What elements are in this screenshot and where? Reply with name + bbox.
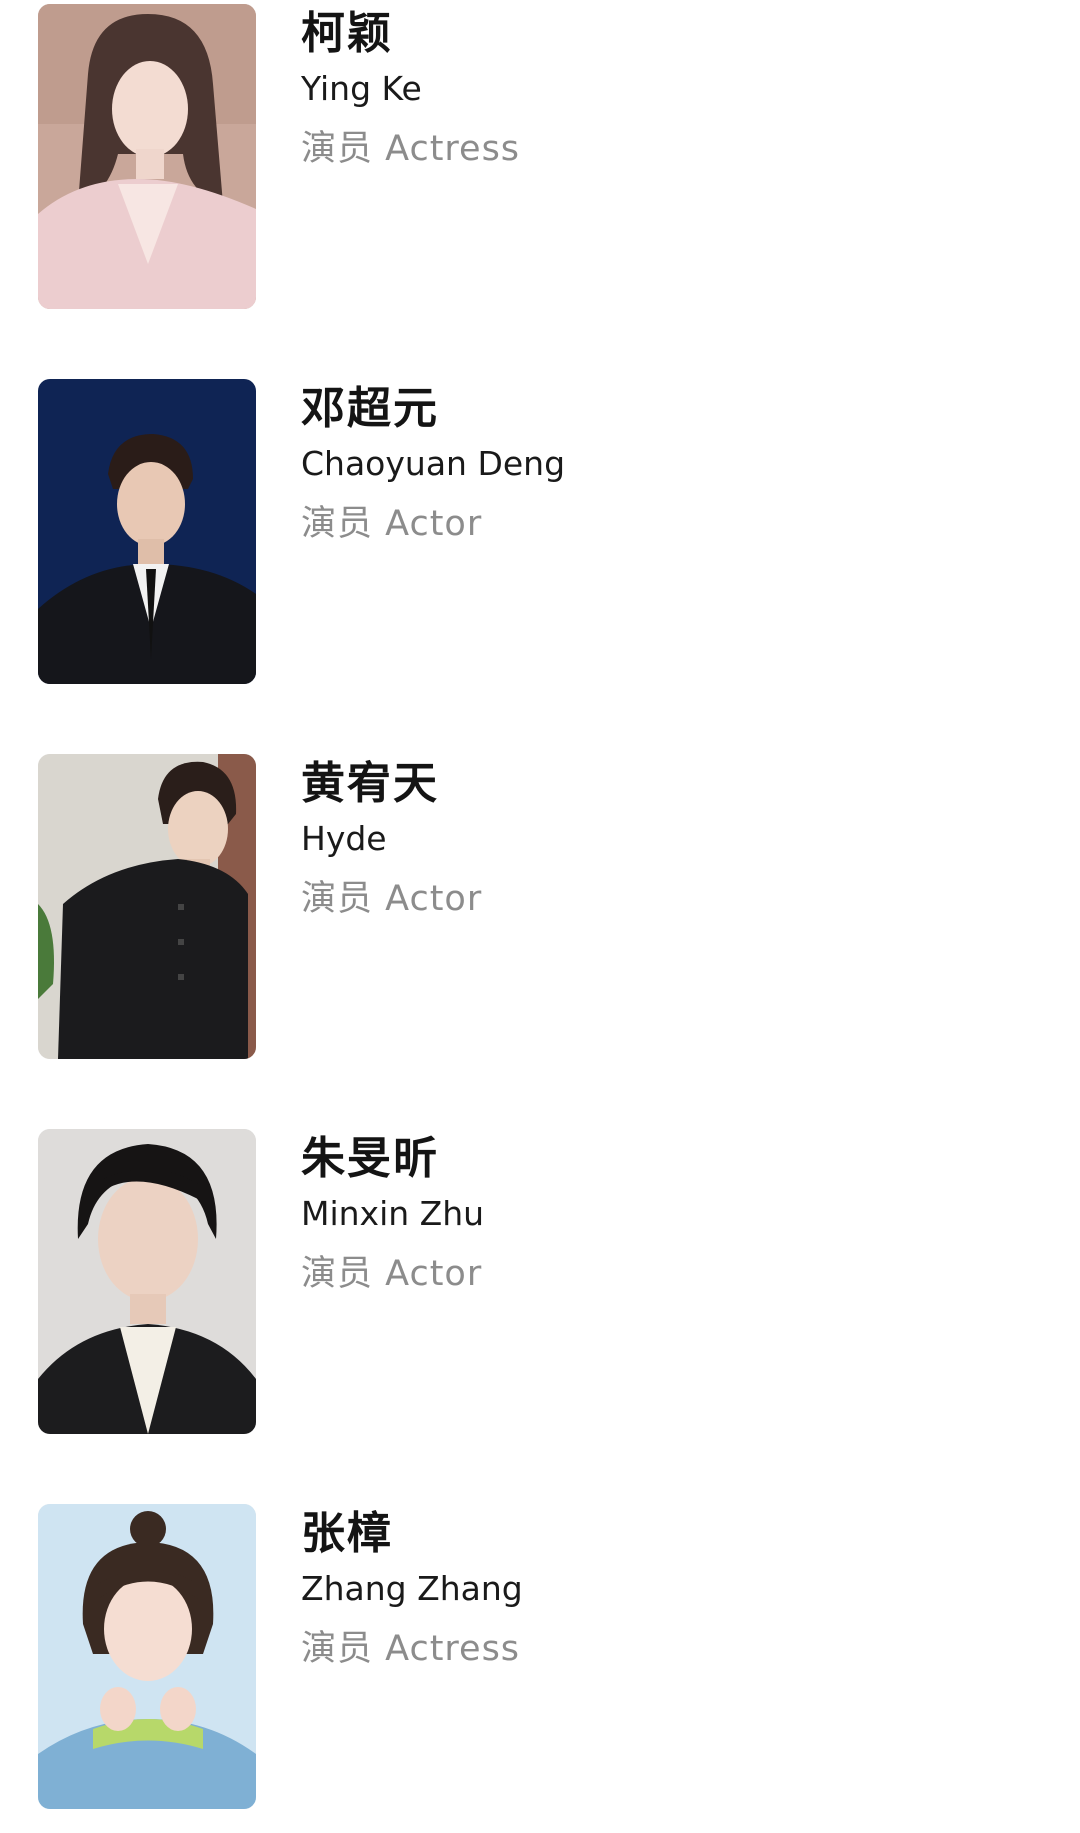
cast-photo[interactable]: [38, 1504, 256, 1809]
portrait-image: [38, 1504, 256, 1809]
cast-photo[interactable]: [38, 754, 256, 1059]
cast-role: 演员 Actor: [301, 879, 483, 919]
portrait-image: [38, 1129, 256, 1434]
cast-role: 演员 Actress: [301, 129, 521, 169]
cast-name-cn: 朱旻昕: [301, 1133, 439, 1184]
cast-photo[interactable]: [38, 1129, 256, 1434]
cast-name-en: Hyde: [301, 819, 387, 858]
cast-photo[interactable]: [38, 4, 256, 309]
cast-role: 演员 Actor: [301, 1254, 483, 1294]
cast-info: 邓超元 Chaoyuan Deng 演员 Actor: [301, 381, 565, 551]
cast-name-en: Ying Ke: [301, 69, 422, 108]
cast-info: 张樟 Zhang Zhang 演员 Actress: [301, 1506, 523, 1676]
cast-role: 演员 Actress: [301, 1629, 521, 1669]
portrait-image: [38, 4, 256, 309]
cast-name-cn: 柯颖: [301, 8, 393, 59]
cast-item[interactable]: 邓超元 Chaoyuan Deng 演员 Actor: [38, 379, 1038, 684]
portrait-image: [38, 754, 256, 1059]
cast-photo[interactable]: [38, 379, 256, 684]
cast-name-en: Chaoyuan Deng: [301, 444, 566, 483]
cast-info: 柯颖 Ying Ke 演员 Actress: [301, 6, 520, 176]
portrait-image: [38, 379, 256, 684]
cast-info: 朱旻昕 Minxin Zhu 演员 Actor: [301, 1131, 484, 1301]
cast-info: 黄宥天 Hyde 演员 Actor: [301, 756, 482, 926]
cast-item[interactable]: 柯颖 Ying Ke 演员 Actress: [38, 4, 1038, 309]
cast-list: 柯颖 Ying Ke 演员 Actress 邓超元 Chaoyuan Deng …: [0, 0, 1080, 1833]
cast-name-cn: 邓超元: [301, 383, 439, 434]
cast-role: 演员 Actor: [301, 504, 483, 544]
cast-name-en: Minxin Zhu: [301, 1194, 485, 1233]
cast-name-cn: 黄宥天: [301, 758, 439, 809]
cast-name-cn: 张樟: [301, 1508, 393, 1559]
cast-item[interactable]: 黄宥天 Hyde 演员 Actor: [38, 754, 1038, 1059]
cast-item[interactable]: 张樟 Zhang Zhang 演员 Actress: [38, 1504, 1038, 1809]
cast-item[interactable]: 朱旻昕 Minxin Zhu 演员 Actor: [38, 1129, 1038, 1434]
cast-name-en: Zhang Zhang: [301, 1569, 523, 1608]
